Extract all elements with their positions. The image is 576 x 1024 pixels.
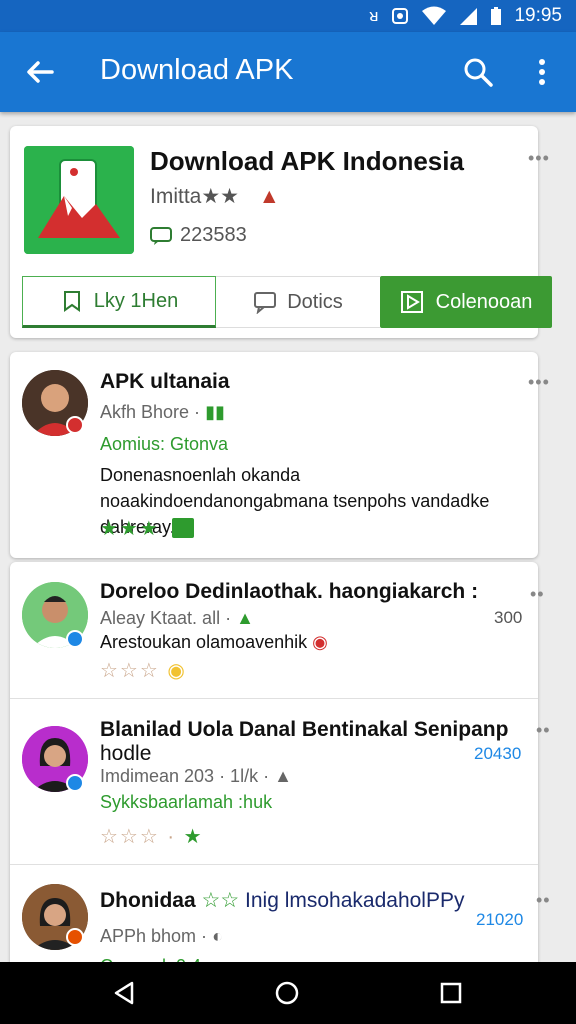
details-label: Dotics: [287, 290, 343, 313]
item-stars: ☆☆☆ ·: [100, 826, 177, 848]
post-category: Aomius: Gtonva: [100, 434, 229, 454]
developer-badge-icon: ▲: [258, 185, 280, 208]
action-buttons: Lky 1Hen Dotics Colenooan: [22, 276, 554, 330]
app-card-more-icon[interactable]: •••: [528, 148, 550, 169]
item-category: Sykksbaarlamah :huk: [100, 792, 273, 812]
post-title: APK ultanaia: [100, 370, 230, 393]
app-logo: [24, 146, 134, 254]
item-title: Dhonidaa ☆☆ Inig lmsohakadaholPPy: [100, 888, 464, 913]
status-bar: ᴚ 19:95: [0, 0, 576, 32]
verified-icon: [66, 630, 84, 648]
item-stars: ☆☆☆: [100, 660, 160, 682]
item-count: 21020: [476, 910, 524, 929]
bookmark-icon: [63, 291, 80, 312]
download-count: 223583: [180, 224, 247, 246]
post-subtitle: Akfh Bhore · ▮▮: [100, 402, 225, 423]
alarm-icon: [392, 8, 409, 24]
author-badge-icon: [66, 416, 84, 434]
install-label: Lky 1Hen: [93, 289, 179, 312]
share-icon[interactable]: [172, 518, 194, 538]
item-more-icon[interactable]: ••: [536, 890, 551, 911]
comment-outline-icon: [254, 292, 277, 314]
app-bar: Download APK: [0, 32, 576, 112]
item-title-continued: hodle: [100, 742, 152, 765]
emoji-icon: ◉: [312, 632, 328, 652]
item-author: APPh bhom ·: [100, 926, 208, 946]
app-bar-title: Download APK: [100, 54, 294, 86]
signal-icon: [460, 8, 478, 25]
item-subtitle: APPh bhom · ◐: [100, 926, 223, 947]
post-body: Donenasnoenlah okanda noaakindoendanonga…: [100, 465, 490, 537]
vibrate-icon: ᴚ: [369, 6, 379, 25]
recents-nav-icon[interactable]: [438, 980, 464, 1006]
install-button[interactable]: Lky 1Hen: [22, 276, 216, 328]
item-text: Arestoukan olamoavenhik: [100, 632, 308, 652]
item-subtitle: Imdimean 203 · 1l/k · ▲: [100, 766, 292, 787]
download-label: Colenooan: [435, 290, 533, 313]
download-icon: [400, 291, 423, 313]
download-button[interactable]: Colenooan: [380, 276, 552, 328]
verified-icon: [66, 774, 84, 792]
star-icon: ★: [183, 826, 204, 848]
thumb-up-icon: ▲: [236, 608, 254, 628]
post-card: APK ultanaia Akfh Bhore · ▮▮ Aomius: Gto…: [10, 352, 549, 558]
app-downloads: 223583: [150, 224, 247, 247]
emoji-icon: ◉: [167, 660, 187, 682]
info-icon: ◐: [212, 926, 223, 946]
item-rating: ☆☆☆ · ★: [100, 824, 204, 849]
divider: [10, 698, 538, 699]
item-line: Arestoukan olamoavenhik ◉: [100, 632, 328, 653]
item-count: 20430: [474, 744, 522, 763]
post-more-icon[interactable]: •••: [528, 372, 550, 393]
comment-icon: [150, 226, 172, 245]
developer-name: Imitta★★: [150, 185, 239, 208]
item-author: Aleay Ktaat. all ·: [100, 608, 232, 628]
item-more-icon[interactable]: ••: [530, 584, 545, 605]
author-badge-icon: [66, 928, 84, 946]
item-subtitle: Aleay Ktaat. all · ▲: [100, 608, 254, 629]
back-arrow-icon[interactable]: [22, 54, 58, 90]
app-name: Download APK Indonesia: [150, 146, 464, 176]
item-title: Blanilad Uola Danal Bentinakal Senipanp: [100, 718, 509, 741]
more-vert-icon[interactable]: [530, 56, 554, 88]
app-card: Download APK Indonesia Imitta★★ ▲ 223583…: [10, 126, 552, 338]
item-count: 300: [494, 608, 523, 627]
thumb-up-icon: ▲: [274, 766, 292, 786]
item-title-rest: Inig lmsohakadaholPPy: [245, 889, 465, 912]
item-title: Doreloo Dedinlaothak. haongiakarch :: [100, 580, 479, 603]
battery-icon: [491, 7, 502, 25]
app-developer: Imitta★★ ▲: [150, 184, 280, 209]
system-nav-bar: [0, 962, 576, 1024]
item-rating: ☆☆☆ ◉: [100, 658, 187, 683]
item-more-icon[interactable]: ••: [536, 720, 551, 741]
divider: [10, 864, 538, 865]
search-icon[interactable]: [462, 56, 494, 88]
star-icon: ☆☆: [201, 889, 240, 912]
back-nav-icon[interactable]: [112, 980, 138, 1006]
thumb-up-icon: ▮▮: [205, 402, 225, 422]
post-author: Akfh Bhore ·: [100, 402, 201, 422]
post-rating: ★★★: [100, 518, 160, 540]
details-button[interactable]: Dotics: [216, 276, 380, 328]
item-author-name: Dhonidaa: [100, 889, 196, 912]
home-nav-icon[interactable]: [274, 980, 300, 1006]
review-list: Doreloo Dedinlaothak. haongiakarch : Ale…: [10, 562, 550, 982]
wifi-icon: [422, 6, 447, 25]
item-author: Imdimean 203 · 1l/k ·: [100, 766, 270, 786]
status-time: 19:95: [514, 5, 562, 26]
